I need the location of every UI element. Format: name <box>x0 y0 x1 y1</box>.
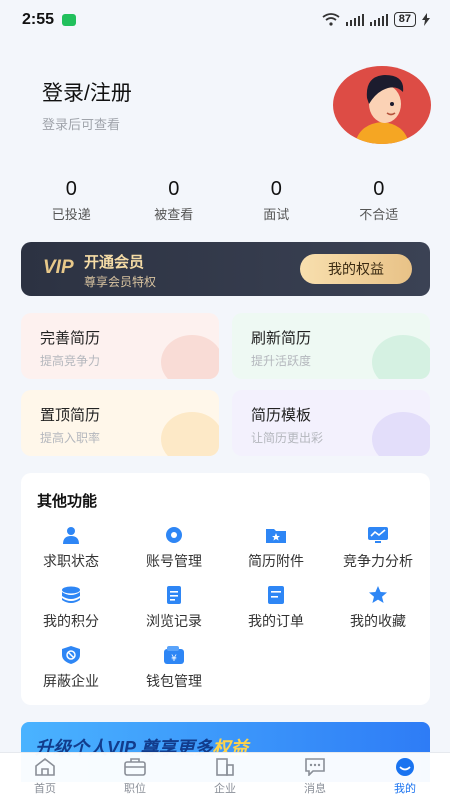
coins-icon <box>60 586 82 604</box>
tab-home[interactable]: 首页 <box>0 753 90 801</box>
func-label: 求职状态 <box>43 553 99 569</box>
card-title: 简历模板 <box>251 407 312 424</box>
func-label: 我的订单 <box>248 613 304 629</box>
charging-icon <box>422 13 430 26</box>
status-time: 2:55 <box>22 11 55 28</box>
tab-label: 消息 <box>304 783 326 795</box>
wechat-icon <box>62 14 76 26</box>
func-label: 钱包管理 <box>146 673 202 689</box>
signal-icon-2 <box>369 13 388 26</box>
tab-companies[interactable]: 企业 <box>180 753 270 801</box>
vip-logo-icon: VIP <box>43 257 74 278</box>
vip-membership-banner[interactable]: VIP 开通会员 尊享会员特权 我的权益 <box>21 242 430 296</box>
stat-value: 0 <box>65 178 77 200</box>
wallet-icon: ¥ <box>163 646 185 664</box>
message-icon <box>304 758 326 777</box>
section-title: 其他功能 <box>37 493 98 510</box>
func-browsing-history[interactable]: 浏览记录 <box>124 586 224 631</box>
func-job-status[interactable]: 求职状态 <box>21 526 121 571</box>
card-refresh-resume[interactable]: 刷新简历 提升活跃度 <box>232 313 430 379</box>
signal-icon <box>345 13 364 26</box>
stat-viewed[interactable]: 0 被查看 <box>123 178 226 223</box>
tab-label: 职位 <box>124 783 146 795</box>
stat-value: 0 <box>270 178 282 200</box>
vip-subtitle: 尊享会员特权 <box>84 275 157 289</box>
card-subtitle: 提高竞争力 <box>40 354 101 368</box>
card-title: 刷新简历 <box>251 330 312 347</box>
refresh-icon <box>372 335 430 379</box>
func-label: 我的积分 <box>43 613 99 629</box>
briefcase-icon <box>124 758 146 776</box>
tab-label: 首页 <box>34 783 56 795</box>
func-label: 竞争力分析 <box>343 553 413 569</box>
func-wallet-management[interactable]: ¥ 钱包管理 <box>124 646 224 691</box>
card-subtitle: 提高入职率 <box>40 431 101 445</box>
vip-title: 开通会员 <box>84 254 145 271</box>
order-icon <box>265 586 287 604</box>
func-my-orders[interactable]: 我的订单 <box>226 586 326 631</box>
pencil-icon <box>161 335 219 379</box>
func-block-companies[interactable]: 屏蔽企业 <box>21 646 121 691</box>
card-resume-template[interactable]: 简历模板 让简历更出彩 <box>232 390 430 456</box>
chart-icon <box>367 526 389 544</box>
card-pin-resume[interactable]: 置顶简历 提高入职率 <box>21 390 219 456</box>
tab-mine[interactable]: 我的 <box>360 753 450 801</box>
func-label: 浏览记录 <box>146 613 202 629</box>
status-bar: 2:55 87 <box>0 0 450 40</box>
avatar[interactable] <box>333 66 431 144</box>
card-subtitle: 提升活跃度 <box>251 354 312 368</box>
card-title: 置顶简历 <box>40 407 101 424</box>
func-my-points[interactable]: 我的积分 <box>21 586 121 631</box>
battery-level: 87 <box>393 12 416 27</box>
stat-interview[interactable]: 0 面试 <box>225 178 328 223</box>
gear-icon <box>163 526 185 544</box>
stat-value: 0 <box>373 178 385 200</box>
func-my-favorites[interactable]: 我的收藏 <box>328 586 428 631</box>
profile-icon <box>394 758 416 776</box>
login-hint: 登录后可查看 <box>42 117 121 132</box>
func-label: 我的收藏 <box>350 613 406 629</box>
card-subtitle: 让简历更出彩 <box>251 431 324 445</box>
application-stats: 0 已投递 0 被查看 0 面试 0 不合适 <box>20 178 430 223</box>
login-register-link[interactable]: 登录/注册 <box>42 77 132 107</box>
card-title: 完善简历 <box>40 330 101 347</box>
wifi-icon <box>322 13 340 26</box>
stat-label: 面试 <box>263 207 290 222</box>
my-benefits-button[interactable]: 我的权益 <box>300 254 412 284</box>
stat-delivered[interactable]: 0 已投递 <box>20 178 123 223</box>
stat-label: 已投递 <box>51 207 91 222</box>
func-resume-attachment[interactable]: 简历附件 <box>226 526 326 571</box>
tab-messages[interactable]: 消息 <box>270 753 360 801</box>
func-label: 简历附件 <box>248 553 304 569</box>
stat-label: 被查看 <box>154 207 194 222</box>
other-functions-panel: 其他功能 求职状态 账号管理 简历附件 竞争力分析 我的积分 浏览记录 我的订单… <box>21 473 430 705</box>
star-icon <box>367 586 389 604</box>
stat-unsuitable[interactable]: 0 不合适 <box>328 178 431 223</box>
building-icon <box>214 758 236 776</box>
func-account-management[interactable]: 账号管理 <box>124 526 224 571</box>
status-icons: 87 <box>322 12 430 27</box>
func-competitiveness-analysis[interactable]: 竞争力分析 <box>328 526 428 571</box>
template-icon <box>372 412 430 456</box>
stat-value: 0 <box>168 178 180 200</box>
person-icon <box>60 526 82 544</box>
tab-jobs[interactable]: 职位 <box>90 753 180 801</box>
func-label: 屏蔽企业 <box>43 673 99 689</box>
folder-star-icon <box>265 526 287 544</box>
stat-label: 不合适 <box>359 207 399 222</box>
func-label: 账号管理 <box>146 553 202 569</box>
card-complete-resume[interactable]: 完善简历 提高竞争力 <box>21 313 219 379</box>
pin-top-icon <box>161 412 219 456</box>
tab-label: 企业 <box>214 783 236 795</box>
home-icon <box>34 757 56 776</box>
bottom-tab-bar: 首页 职位 企业 消息 我的 <box>0 752 450 801</box>
svg-text:¥: ¥ <box>171 654 177 664</box>
block-icon <box>60 646 82 664</box>
tab-label: 我的 <box>394 783 416 795</box>
document-icon <box>163 586 185 604</box>
